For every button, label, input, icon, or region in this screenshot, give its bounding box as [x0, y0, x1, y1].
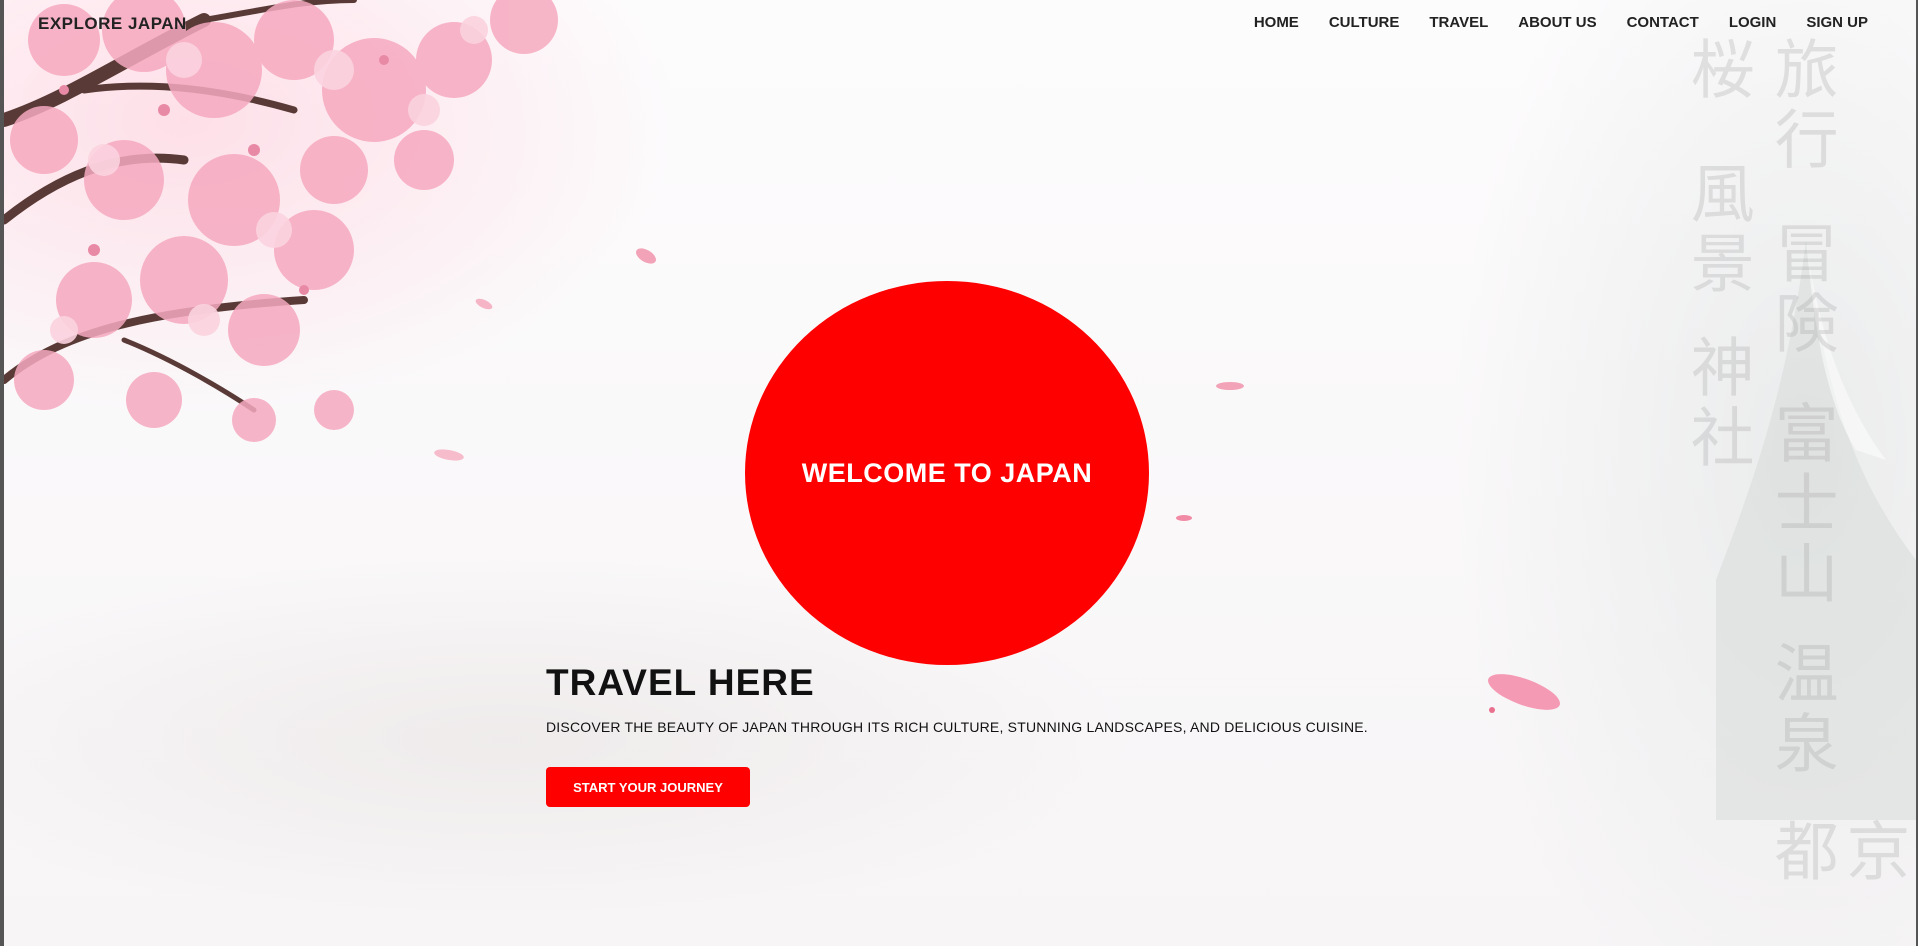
kanji-column-right: 旅行: [1763, 36, 1838, 176]
nav-links: Home Culture Travel About Us Contact Log…: [1254, 14, 1868, 31]
petal-icon: [636, 248, 656, 264]
nav-link-sign-up[interactable]: Sign Up: [1806, 14, 1868, 31]
kanji-column-left-2: 風景: [1679, 160, 1754, 300]
kanji-text: 冒険: [1763, 220, 1838, 360]
kanji-column-right-4: 温泉: [1763, 640, 1838, 780]
nav-link-travel[interactable]: Travel: [1429, 14, 1488, 31]
welcome-heading: Welcome to Japan: [801, 457, 1093, 488]
nav-link-home[interactable]: Home: [1254, 14, 1299, 31]
nav-link-about-us[interactable]: About Us: [1518, 14, 1596, 31]
nav-link-culture[interactable]: Culture: [1329, 14, 1400, 31]
kanji-column-right-3: 富士山: [1763, 400, 1838, 610]
kanji-text: 京都: [1763, 818, 1910, 888]
kanji-column-left-3: 神社: [1679, 334, 1754, 474]
petal-icon: [434, 449, 464, 461]
kanji-column-right-2: 冒険: [1763, 220, 1838, 360]
brand-logo[interactable]: Explore Japan: [38, 14, 187, 34]
kanji-text: 風景: [1679, 160, 1754, 300]
kanji-column-right-5: 京都: [1763, 818, 1910, 946]
petal-icon: [475, 298, 493, 310]
petal-icon: [1488, 674, 1560, 713]
start-journey-button[interactable]: Start Your Journey: [546, 767, 750, 807]
nav-link-login[interactable]: Login: [1729, 14, 1777, 31]
hero-description: Discover the beauty of Japan through its…: [546, 719, 1368, 735]
kanji-text: 温泉: [1763, 640, 1838, 780]
kanji-text: 富士山: [1763, 400, 1838, 610]
hero-title: Travel Here: [546, 662, 815, 703]
petal-icon: [1176, 515, 1192, 521]
kanji-text: 神社: [1679, 334, 1754, 474]
nav-link-contact[interactable]: Contact: [1627, 14, 1699, 31]
page-frame: 桜 風景 神社 旅行 冒険 富士山 温泉 京都 Explore Japan Ho…: [0, 0, 1918, 946]
rising-sun-circle: Welcome to Japan: [745, 281, 1149, 665]
kanji-text: 旅行: [1763, 36, 1838, 176]
cherry-blossom-branch-icon: [4, 0, 558, 442]
petal-icon: [1216, 382, 1244, 390]
top-navbar: Explore Japan Home Culture Travel About …: [4, 0, 1916, 50]
